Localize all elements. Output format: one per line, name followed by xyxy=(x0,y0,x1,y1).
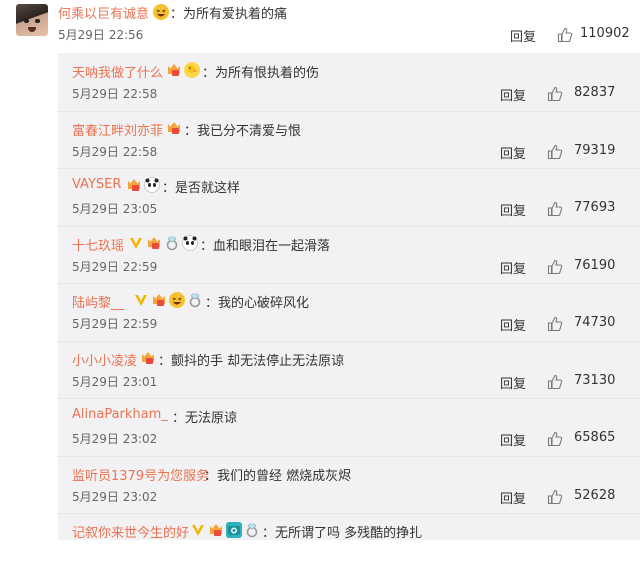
reply-time: 5月29日 22:58 xyxy=(72,87,158,101)
reply-button[interactable]: 回复 xyxy=(500,488,526,507)
list-item: 十七玖瑶 ：血和眼泪在一起滑落 5月29日 22:59 回复 76190 xyxy=(58,226,640,284)
reply-username[interactable]: VAYSER xyxy=(72,177,121,192)
main-comment-username[interactable]: 何乘以巨有诚意 xyxy=(58,3,149,22)
thumbs-up-icon[interactable] xyxy=(557,27,573,43)
thumbs-up-icon[interactable] xyxy=(547,316,563,332)
reply-text: ：是否就这样 xyxy=(162,181,241,196)
thumbs-up-icon[interactable] xyxy=(547,201,563,217)
panda-emoji-icon xyxy=(144,177,160,193)
diamond-ring-icon xyxy=(244,522,260,538)
list-item: 记叙你来世今生的好 ：无所谓了吗 多残酷的挣扎 xyxy=(58,513,640,571)
reply-text: ：我们的曾经 燃烧成灰烬 xyxy=(204,468,352,484)
replies-panel: 天呐我做了什么 ：为所有恨执着的伤 5月29日 22:58 回复 82837 富… xyxy=(58,53,640,541)
vip-badge-icon xyxy=(208,522,224,538)
reply-text: ：颤抖的手 却无法停止无法原谅 xyxy=(158,353,345,369)
list-item: 天呐我做了什么 ：为所有恨执着的伤 5月29日 22:58 回复 82837 xyxy=(58,53,640,112)
reply-time: 5月29日 22:59 xyxy=(72,259,158,274)
avatar[interactable] xyxy=(16,4,48,36)
reply-text: ：为所有恨执着的伤 xyxy=(202,66,320,81)
verified-v-icon xyxy=(190,522,206,538)
list-item: AlinaParkham_ ：无法原谅 5月29日 23:02 回复 65865 xyxy=(58,398,640,457)
panda-emoji-icon xyxy=(182,234,198,251)
main-comment: 何乘以巨有诚意 ：为所有爱执着的痛 5月29日 22:56 回复 110902 xyxy=(0,0,640,52)
reply-time: 5月29日 23:02 xyxy=(72,489,158,504)
list-item: 陆屿黎__ ：我的心破碎风化 5月29日 22:59 回复 74730 xyxy=(58,283,640,342)
vip-badge-icon xyxy=(151,292,167,308)
like-count: 65865 xyxy=(574,430,616,445)
like-count: 52628 xyxy=(574,487,616,503)
laughing-emoji-icon xyxy=(169,292,185,308)
reply-username[interactable]: 监听员1379号为您服务 xyxy=(72,465,209,484)
vip-badge-icon xyxy=(126,177,142,193)
like-count: 77693 xyxy=(574,200,616,215)
camera-emoji-icon xyxy=(226,522,242,538)
reply-username[interactable]: 记叙你来世今生的好 xyxy=(72,522,189,541)
thumbs-up-icon[interactable] xyxy=(547,374,563,390)
reply-button[interactable]: 回复 xyxy=(510,26,536,45)
laughing-emoji-icon xyxy=(153,4,169,20)
diamond-ring-icon xyxy=(164,235,180,251)
like-count: 110902 xyxy=(580,26,630,41)
reply-username[interactable]: 陆屿黎__ xyxy=(72,292,124,311)
main-comment-time: 5月29日 22:56 xyxy=(58,28,144,42)
vip-badge-icon xyxy=(146,235,162,251)
reply-username[interactable]: AlinaParkham_ xyxy=(72,407,168,422)
like-count: 82837 xyxy=(574,85,616,100)
thumbs-up-icon[interactable] xyxy=(547,259,563,275)
reply-time: 5月29日 22:58 xyxy=(72,144,158,159)
reply-username[interactable]: 小小小凌凌 xyxy=(72,350,137,369)
reply-time: 5月29日 22:59 xyxy=(72,317,158,331)
main-comment-text: ：为所有爱执着的痛 xyxy=(170,7,288,22)
thumbs-up-icon[interactable] xyxy=(547,431,563,447)
verified-v-icon xyxy=(133,292,149,308)
thumbs-up-icon[interactable] xyxy=(547,489,563,505)
reply-text: ：我的心破碎风化 xyxy=(205,296,310,311)
thumbs-up-icon[interactable] xyxy=(547,144,563,160)
reply-time: 5月29日 23:02 xyxy=(72,432,158,446)
verified-v-icon xyxy=(128,235,144,251)
vip-badge-icon xyxy=(166,62,182,78)
reply-button[interactable]: 回复 xyxy=(500,430,526,449)
reply-text: ：无所谓了吗 多残酷的挣扎 xyxy=(262,526,423,541)
list-item: VAYSER ：是否就这样 5月29日 23:05 回复 77693 xyxy=(58,168,640,227)
like-count: 79319 xyxy=(574,142,616,158)
reply-time: 5月29日 23:01 xyxy=(72,374,158,389)
reply-time: 5月29日 23:05 xyxy=(72,202,158,216)
reply-button[interactable]: 回复 xyxy=(500,143,526,162)
reply-text: ：无法原谅 xyxy=(172,411,238,426)
reply-button[interactable]: 回复 xyxy=(500,258,526,277)
reply-username[interactable]: 天呐我做了什么 xyxy=(72,62,163,81)
reply-username[interactable]: 十七玖瑶 xyxy=(72,235,124,254)
diamond-ring-icon xyxy=(187,292,203,308)
thumbs-up-icon[interactable] xyxy=(547,86,563,102)
reply-button[interactable]: 回复 xyxy=(500,373,526,392)
reply-button[interactable]: 回复 xyxy=(500,200,526,219)
vip-badge-icon xyxy=(140,350,156,366)
vip-badge-icon xyxy=(166,120,182,136)
reply-button[interactable]: 回复 xyxy=(500,315,526,334)
list-item: 富春江畔刘亦菲 ：我已分不清爱与恨 5月29日 22:58 回复 79319 xyxy=(58,111,640,169)
reply-text: ：血和眼泪在一起滑落 xyxy=(200,238,331,254)
reply-username[interactable]: 富春江畔刘亦菲 xyxy=(72,120,163,139)
like-count: 73130 xyxy=(574,372,616,388)
like-count: 76190 xyxy=(574,257,616,273)
duck-emoji-icon xyxy=(184,62,200,78)
reply-text: ：我已分不清爱与恨 xyxy=(184,123,302,139)
like-count: 74730 xyxy=(574,315,616,330)
list-item: 监听员1379号为您服务 ：我们的曾经 燃烧成灰烬 5月29日 23:02 回复… xyxy=(58,456,640,514)
reply-button[interactable]: 回复 xyxy=(500,85,526,104)
list-item: 小小小凌凌 ：颤抖的手 却无法停止无法原谅 5月29日 23:01 回复 731… xyxy=(58,341,640,399)
